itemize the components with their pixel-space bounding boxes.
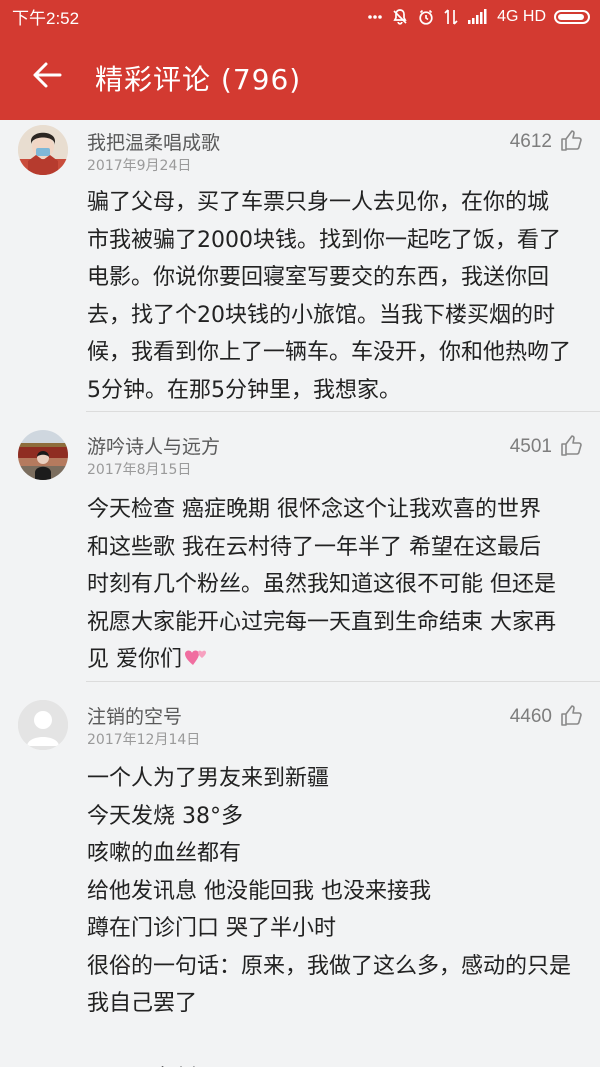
like-count: 4460 xyxy=(509,705,552,727)
comment-date: 2017年9月24日 xyxy=(87,158,192,174)
page-title: 精彩评论 (796) xyxy=(95,63,302,96)
comment-text: 一个人为了男友来到新疆 今天发烧 38°多 咳嗽的血丝都有 给他发讯息 他没能回… xyxy=(87,766,572,1067)
status-icons: 4G HD xyxy=(367,2,590,32)
avatar[interactable] xyxy=(18,125,68,175)
comment-item: 游吟诗人与远方 2017年8月15日 4501 今天检查 癌症晚期 很怀念这个让… xyxy=(0,412,600,682)
avatar[interactable] xyxy=(18,700,68,750)
battery-body xyxy=(554,10,590,24)
comment-text-content: 今天检查 癌症晚期 很怀念这个让我欢喜的世界 和这些歌 我在云村待了一年半了 希… xyxy=(87,497,556,672)
status-time: 下午2:52 xyxy=(12,9,80,28)
alarm-icon xyxy=(417,5,435,29)
two-hearts-icon xyxy=(184,644,208,668)
battery-icon xyxy=(554,5,590,29)
like-button[interactable]: 4501 xyxy=(510,434,584,458)
username[interactable]: 我把温柔唱成歌 xyxy=(87,128,220,155)
signal-dots-icon xyxy=(367,5,383,29)
like-count: 4501 xyxy=(509,435,552,457)
arrow-left-icon xyxy=(30,58,64,96)
comment-date: 2017年8月15日 xyxy=(87,462,192,478)
comment-item: 我把温柔唱成歌 2017年9月24日 4612 骗了父母，买了车票只身一人去见你… xyxy=(0,120,600,412)
comment-date: 2017年12月14日 xyxy=(87,732,201,748)
network-type-label: 4G HD xyxy=(497,8,546,25)
signal-strength-icon xyxy=(467,5,489,29)
comment-text: 今天检查 癌症晚期 很怀念这个让我欢喜的世界 和这些歌 我在云村待了一年半了 希… xyxy=(87,491,584,679)
toolbar: 精彩评论 (796) xyxy=(0,34,600,120)
app-header: 下午2:52 4G HD 精彩评论 (796) xyxy=(0,0,600,120)
comments-list[interactable]: 我把温柔唱成歌 2017年9月24日 4612 骗了父母，买了车票只身一人去见你… xyxy=(0,120,600,1067)
comment-item: 注销的空号 2017年12月14日 4460 一个人为了男友来到新疆 今天发烧 … xyxy=(0,682,600,1067)
back-button[interactable] xyxy=(20,50,74,104)
comment-text: 骗了父母，买了车票只身一人去见你，在你的城 市我被骗了2000块钱。找到你一起吃… xyxy=(87,190,572,403)
like-count: 4612 xyxy=(509,130,552,152)
data-transfer-icon xyxy=(443,5,459,29)
thumbs-up-icon xyxy=(560,434,584,458)
avatar[interactable] xyxy=(18,430,68,480)
like-button[interactable]: 4612 xyxy=(510,129,584,153)
username[interactable]: 注销的空号 xyxy=(87,702,182,729)
mute-bell-icon xyxy=(391,5,409,29)
thumbs-up-icon xyxy=(560,704,584,728)
username[interactable]: 游吟诗人与远方 xyxy=(87,432,220,459)
like-button[interactable]: 4460 xyxy=(510,704,584,728)
status-bar: 下午2:52 4G HD xyxy=(0,0,600,34)
battery-fill xyxy=(558,14,584,20)
thumbs-up-icon xyxy=(560,129,584,153)
